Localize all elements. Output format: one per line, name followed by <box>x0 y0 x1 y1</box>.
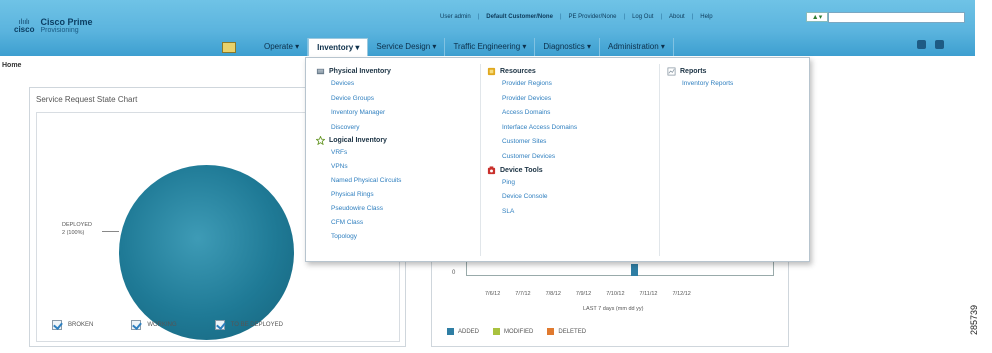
nav-diagnostics[interactable]: Diagnostics ▾ <box>535 38 600 56</box>
menu-item-discovery[interactable]: Discovery <box>316 121 401 136</box>
menu-item-vpns[interactable]: VPNs <box>316 160 401 174</box>
customer-link[interactable]: Default Customer/None <box>486 14 553 20</box>
utility-links: User admin | Default Customer/None | PE … <box>440 14 713 20</box>
x-tick-label: 7/8/12 <box>545 291 561 297</box>
main-nav: Operate ▾ Inventory ▾ Service Design ▾ T… <box>222 38 674 56</box>
menu-item-customer-devices[interactable]: Customer Devices <box>487 150 577 165</box>
menu-item-device-groups[interactable]: Device Groups <box>316 92 401 107</box>
menu-column-resources: Resources Provider Regions Provider Devi… <box>487 66 577 219</box>
pie-slice-label: DEPLOYED 2 (100%) <box>62 222 92 236</box>
nav-traffic-engineering[interactable]: Traffic Engineering ▾ <box>445 38 536 56</box>
logout-link[interactable]: Log Out <box>632 14 653 20</box>
help-link[interactable]: Help <box>700 14 712 20</box>
x-axis-label: LAST 7 days (mm dd yy) <box>583 306 644 312</box>
menu-item-pseudowire-class[interactable]: Pseudowire Class <box>316 202 401 216</box>
checkbox-icon[interactable] <box>131 320 142 330</box>
menu-item-inventory-reports[interactable]: Inventory Reports <box>667 77 733 92</box>
legend-item-added[interactable]: ADDED <box>447 328 479 335</box>
menu-item-physical-rings[interactable]: Physical Rings <box>316 188 401 202</box>
legend-item-broken[interactable]: BROKEN <box>52 320 93 330</box>
about-link[interactable]: About <box>669 14 685 20</box>
legend-item-modified[interactable]: MODIFIED <box>493 328 533 335</box>
menu-heading-physical-inventory: Physical Inventory <box>316 66 401 77</box>
menu-item-sla[interactable]: SLA <box>487 205 577 220</box>
legend-swatch-modified <box>493 328 501 335</box>
x-tick-label: 7/10/12 <box>606 291 625 297</box>
bar-added[interactable] <box>631 264 638 276</box>
reports-icon <box>667 67 676 76</box>
home-icon[interactable] <box>222 41 236 53</box>
cisco-logo-icon: ılıılı cisco <box>14 18 35 34</box>
header-bar: ılıılı cisco Cisco Prime Provisioning Us… <box>0 0 975 56</box>
search-scope-dropdown[interactable]: ▲▾ <box>806 12 828 22</box>
search-input[interactable] <box>828 12 965 23</box>
menu-item-inventory-manager[interactable]: Inventory Manager <box>316 106 401 121</box>
refresh-icon[interactable] <box>917 40 926 49</box>
device-tools-icon <box>487 166 496 174</box>
menu-item-vrfs[interactable]: VRFs <box>316 146 401 160</box>
nav-inventory[interactable]: Inventory ▾ <box>308 38 369 56</box>
provider-link[interactable]: PE Provider/None <box>569 14 617 20</box>
inventory-dropdown-menu: Physical Inventory Devices Device Groups… <box>305 57 810 262</box>
flag-icon: ▲▾ <box>811 14 823 21</box>
legend-swatch-added <box>447 328 454 335</box>
app-title: Cisco Prime <box>40 17 93 27</box>
nav-administration[interactable]: Administration ▾ <box>600 38 674 56</box>
pie-leader-line <box>102 231 119 232</box>
menu-column-inventory: Physical Inventory Devices Device Groups… <box>316 66 401 244</box>
legend-item-working[interactable]: WORKING <box>131 320 177 330</box>
x-tick-label: 7/6/12 <box>485 291 501 297</box>
menu-heading-reports: Reports <box>667 66 733 77</box>
menu-item-ping[interactable]: Ping <box>487 176 577 191</box>
x-tick-label: 7/9/12 <box>575 291 592 297</box>
user-link[interactable]: User admin <box>440 14 471 20</box>
x-tick-labels: 7/6/12 7/7/12 7/8/12 7/9/12 7/10/12 7/11… <box>485 291 691 297</box>
x-tick-label: 7/11/12 <box>639 291 658 297</box>
checkbox-icon[interactable] <box>214 320 225 330</box>
menu-item-provider-regions[interactable]: Provider Regions <box>487 77 577 92</box>
app-subtitle: Provisioning <box>40 27 79 35</box>
menu-heading-resources: Resources <box>487 66 577 77</box>
nav-operate[interactable]: Operate ▾ <box>256 38 309 56</box>
menu-item-devices[interactable]: Devices <box>316 77 401 92</box>
x-axis <box>466 262 774 276</box>
x-tick-label: 7/12/12 <box>672 291 691 297</box>
legend-item-to-be-deployed[interactable]: TO BE DEPLOYED <box>214 320 283 330</box>
panel-title: Service Request State Chart <box>36 95 138 104</box>
y-tick-label: 0 <box>452 270 456 276</box>
figure-code: 285739 <box>969 304 980 336</box>
menu-item-named-physical-circuits[interactable]: Named Physical Circuits <box>316 174 401 188</box>
menu-item-access-domains[interactable]: Access Domains <box>487 106 577 121</box>
nav-service-design[interactable]: Service Design ▾ <box>368 38 446 56</box>
menu-item-topology[interactable]: Topology <box>316 230 401 244</box>
menu-item-device-console[interactable]: Device Console <box>487 190 577 205</box>
menu-item-provider-devices[interactable]: Provider Devices <box>487 92 577 107</box>
app-window: ılıılı cisco Cisco Prime Provisioning Us… <box>0 0 992 353</box>
x-tick-label: 7/7/12 <box>515 291 531 297</box>
pie-legend: BROKEN WORKING TO BE DEPLOYED <box>52 320 283 330</box>
resources-icon <box>487 67 496 76</box>
logical-inventory-star-icon <box>316 136 325 146</box>
menu-column-reports: Reports Inventory Reports <box>667 66 733 92</box>
legend-swatch-deleted <box>547 328 555 335</box>
menu-item-interface-access-domains[interactable]: Interface Access Domains <box>487 121 577 136</box>
menu-item-cfm-class[interactable]: CFM Class <box>316 216 401 230</box>
bar-legend: ADDED MODIFIED DELETED <box>447 328 586 335</box>
physical-inventory-icon <box>316 68 325 75</box>
menu-heading-device-tools: Device Tools <box>487 165 577 176</box>
pie-slice-deployed[interactable] <box>119 165 294 340</box>
legend-item-deleted[interactable]: DELETED <box>547 328 586 335</box>
breadcrumb[interactable]: Home <box>2 62 21 69</box>
settings-icon[interactable] <box>935 40 944 49</box>
logo: ılıılı cisco Cisco Prime Provisioning <box>14 17 93 35</box>
menu-heading-logical-inventory: Logical Inventory <box>316 135 401 146</box>
checkbox-icon[interactable] <box>52 320 62 330</box>
menu-item-customer-sites[interactable]: Customer Sites <box>487 135 577 150</box>
